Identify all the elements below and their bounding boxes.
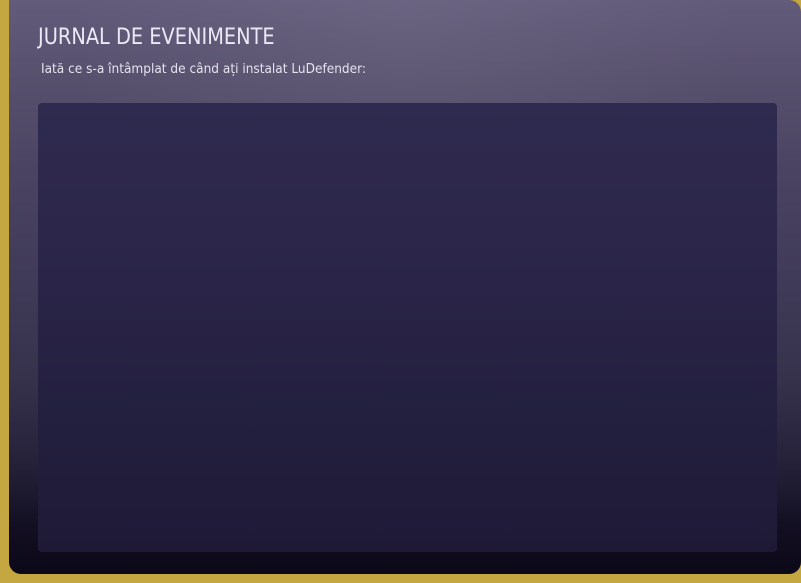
event-log-list: [38, 103, 777, 123]
event-log-panel[interactable]: [38, 103, 777, 552]
page-subtitle: Iată ce s-a întâmplat de când ați instal…: [41, 61, 366, 77]
event-log-window: JURNAL DE EVENIMENTE Iată ce s-a întâmpl…: [9, 0, 801, 574]
page-title: JURNAL DE EVENIMENTE: [38, 25, 275, 50]
